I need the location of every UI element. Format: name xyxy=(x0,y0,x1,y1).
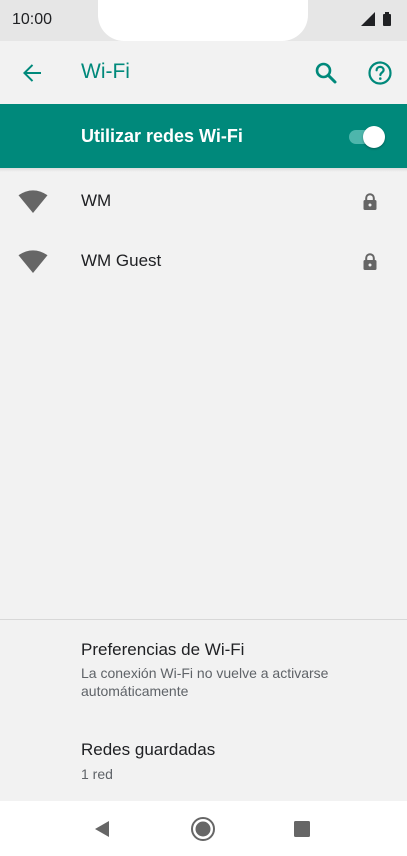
wifi-master-switch[interactable]: Utilizar redes Wi-Fi xyxy=(0,104,407,168)
nav-recent-apps-icon[interactable] xyxy=(294,821,310,837)
lock-icon xyxy=(363,253,377,270)
wifi-signal-icon xyxy=(18,250,48,273)
wifi-preferences-title: Preferencias de Wi-Fi xyxy=(81,640,245,659)
network-name: WM Guest xyxy=(81,251,162,270)
signal-icon xyxy=(361,12,375,26)
app-bar: Wi-Fi xyxy=(0,41,407,104)
wifi-preferences-subtitle: La conexión Wi-Fi no vuelve a activarse … xyxy=(81,665,329,699)
status-time: 10:00 xyxy=(12,11,53,28)
network-item-wm[interactable]: WM xyxy=(0,172,407,232)
help-icon[interactable] xyxy=(366,59,394,87)
system-nav-bar xyxy=(0,801,407,856)
wifi-preferences-item[interactable]: Preferencias de Wi-Fi La conexión Wi-Fi … xyxy=(0,620,407,710)
status-bar: 10:00 xyxy=(0,0,407,41)
toggle-thumb[interactable] xyxy=(363,126,385,148)
status-icons xyxy=(361,12,391,26)
nav-home-icon[interactable] xyxy=(190,816,216,842)
wifi-signal-icon xyxy=(18,190,48,213)
page-title: Wi-Fi xyxy=(81,60,130,83)
wifi-master-switch-label: Utilizar redes Wi-Fi xyxy=(81,126,243,146)
arrow-back-icon[interactable] xyxy=(18,59,46,87)
search-icon[interactable] xyxy=(312,59,340,87)
lock-icon xyxy=(363,193,377,210)
saved-networks-item[interactable]: Redes guardadas 1 red xyxy=(0,720,407,796)
network-item-wm-guest[interactable]: WM Guest xyxy=(0,232,407,292)
battery-icon xyxy=(383,12,391,26)
network-name: WM xyxy=(81,191,112,210)
display-notch xyxy=(98,0,308,41)
saved-networks-title: Redes guardadas xyxy=(81,740,216,759)
saved-networks-subtitle: 1 red xyxy=(81,766,113,782)
nav-back-icon[interactable] xyxy=(93,820,111,838)
